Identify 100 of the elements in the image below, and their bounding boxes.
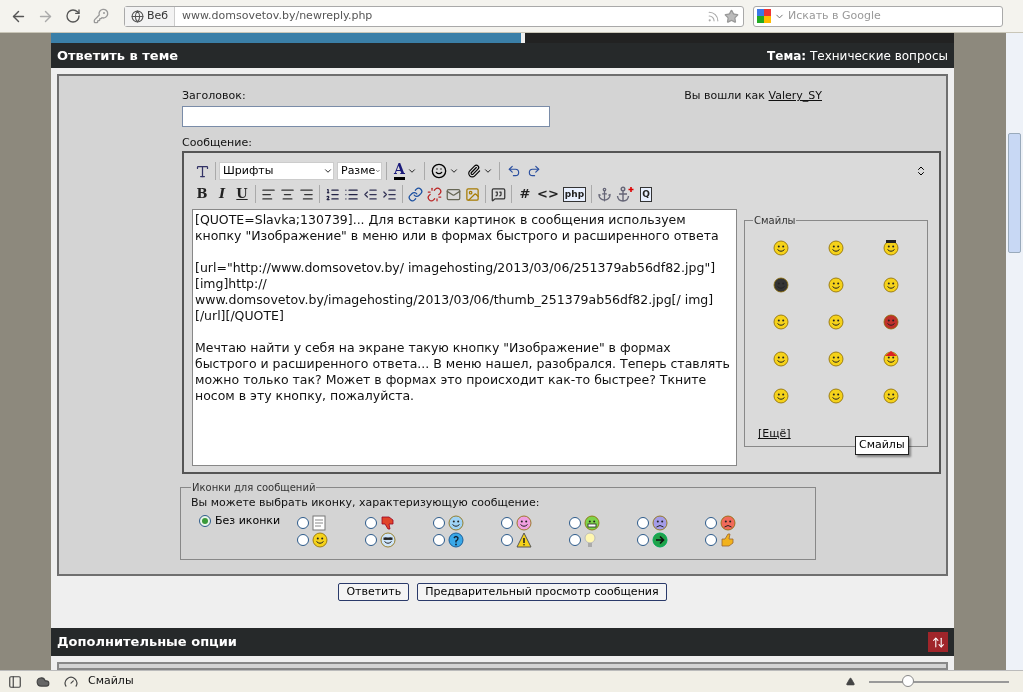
message-icons-prompt: Вы можете выбрать иконку, характеризующую сообщение: <box>191 495 541 511</box>
bookmark-star-icon[interactable] <box>724 8 739 24</box>
message-textarea[interactable]: [QUOTE=Slavka;130739]... Для вставки картинок в сообщения используем кнопку "Изображение" в меню или в формах быстрого и расширенного ответа [url="http://www.domsovetov.by/ imagehosting/2013/03/06/251379ab56df82.jpg"][img]http:// www.domsovetov.by/imagehosting/2013/03/06/thumb_251379ab56df82.jpg[/ img][/url][/QUOTE] Мечтаю найти у себя на экране такую кнопку "Изображение" в формах быстрого и расширенного ответа... В меню нашел, разобрался. Теперь ставлять можно только так? Может в формах это происходит как-то быстрее? Ткните носом в эту кнопку, пожалуйста. <box>192 209 737 466</box>
tooltip: Смайлы <box>855 436 909 455</box>
globe-icon <box>131 9 144 23</box>
radio-button[interactable] <box>433 533 445 546</box>
section-title: Дополнительные опции <box>57 633 237 652</box>
link-icon[interactable] <box>408 186 423 202</box>
align-left-icon[interactable] <box>261 186 276 202</box>
cloud-icon[interactable] <box>36 674 50 689</box>
radio-button[interactable] <box>365 533 377 546</box>
radio-button[interactable] <box>297 516 309 529</box>
reply-button[interactable]: Ответить <box>338 583 410 601</box>
collapse-icon <box>931 635 945 649</box>
redo-icon[interactable] <box>526 164 541 178</box>
smiling-face-icon <box>516 514 532 531</box>
address-field[interactable]: Веб www.domsovetov.by/newreply.php <box>124 5 744 27</box>
search-input[interactable]: Искать в Google <box>788 7 1002 25</box>
radio-button[interactable] <box>501 533 513 546</box>
document-icon <box>312 514 326 531</box>
smiley-icon <box>883 388 900 404</box>
anchor-icon[interactable] <box>597 186 613 202</box>
tag-button[interactable]: php <box>560 184 589 204</box>
smiley-icon <box>883 314 900 330</box>
radio-button[interactable] <box>569 516 581 529</box>
radio-button[interactable] <box>297 533 309 546</box>
winking-face-icon <box>448 514 464 531</box>
indent-icon[interactable] <box>382 186 397 202</box>
radio-button[interactable] <box>637 533 649 546</box>
outdent-icon[interactable] <box>363 186 378 202</box>
radio-button[interactable] <box>705 533 717 546</box>
scrollbar[interactable] <box>1006 33 1023 670</box>
radio-button[interactable] <box>569 533 581 546</box>
grinning-face-icon <box>584 514 600 531</box>
search-engine-button[interactable]: Веб <box>125 6 176 26</box>
image-icon[interactable] <box>465 186 480 202</box>
paperclip-icon <box>466 164 481 178</box>
font-select[interactable]: Шрифты <box>219 162 334 180</box>
anchor-plus-icon <box>616 186 635 202</box>
more-smilies-link[interactable]: [Ещё] <box>758 426 791 443</box>
unlink-icon[interactable] <box>427 186 442 202</box>
code-button[interactable]: # <box>515 184 535 204</box>
panel-icon[interactable] <box>8 674 22 689</box>
underline-button[interactable]: U <box>232 184 252 204</box>
tag-button[interactable]: Q <box>636 184 657 204</box>
anchor-add-button[interactable] <box>614 184 637 204</box>
topic-text: Тема: Технические вопросы <box>767 47 948 65</box>
collapse-button[interactable] <box>928 632 948 652</box>
message-icons-legend: Иконки для сообщений <box>191 480 317 495</box>
triangle-icon[interactable] <box>846 677 855 686</box>
sad-face-icon <box>652 514 668 531</box>
email-icon[interactable] <box>446 186 461 202</box>
align-right-icon[interactable] <box>299 186 314 202</box>
smiley-icon <box>883 351 900 367</box>
radio-button[interactable] <box>501 516 513 529</box>
bold-button[interactable]: B <box>192 184 212 204</box>
status-text: Смайлы <box>88 673 134 690</box>
user-link[interactable]: Valery_SY <box>768 89 822 102</box>
radio-button[interactable] <box>637 516 649 529</box>
radio-button[interactable] <box>705 516 717 529</box>
thumbs-down-icon <box>380 514 396 531</box>
reload-icon[interactable] <box>65 8 81 24</box>
smiley-icon <box>828 388 844 404</box>
field-label: Заголовок: <box>182 88 246 104</box>
text-color-button[interactable]: A <box>391 161 420 181</box>
section-title: Ответить в теме <box>57 46 179 65</box>
smiley-icon <box>883 277 900 293</box>
numbered-list-icon[interactable] <box>325 186 340 202</box>
rss-icon <box>707 9 720 23</box>
smiley-icon <box>772 240 789 256</box>
login-text: Вы вошли как Valery_SY <box>684 88 822 104</box>
smiley-icon <box>772 314 789 330</box>
align-center-icon[interactable] <box>280 186 295 202</box>
search-field[interactable]: Искать в Google <box>753 5 1003 27</box>
bullet-list-icon[interactable] <box>344 186 359 202</box>
italic-button[interactable]: I <box>212 184 232 204</box>
size-select[interactable]: Разме <box>337 162 382 180</box>
sunglasses-face-icon <box>380 531 396 548</box>
preview-button[interactable]: Предварительный просмотр сообщения <box>417 583 667 601</box>
title-input[interactable] <box>182 105 550 127</box>
key-icon[interactable] <box>93 8 109 24</box>
resize-toggle-icon[interactable] <box>915 165 927 177</box>
smiley-icon <box>828 314 844 330</box>
url-text: www.domsovetov.by/newreply.php <box>182 7 374 24</box>
smiling-face-icon <box>312 531 328 548</box>
gauge-icon[interactable] <box>64 674 78 689</box>
quote-icon[interactable] <box>491 186 506 202</box>
code-button[interactable]: <> <box>535 184 561 204</box>
smiley-icon <box>828 351 844 367</box>
zoom-slider-thumb[interactable] <box>902 674 915 687</box>
undo-icon[interactable] <box>506 164 521 178</box>
radio-button[interactable] <box>365 516 377 529</box>
caret-icon <box>448 166 459 176</box>
text-format-icon <box>194 163 210 179</box>
angry-face-icon <box>720 514 736 531</box>
smilies-legend: Смайлы <box>753 213 797 228</box>
radio-button[interactable] <box>433 516 445 529</box>
caret-icon <box>323 166 333 176</box>
question-icon <box>448 531 464 548</box>
radio-button[interactable] <box>199 514 211 527</box>
